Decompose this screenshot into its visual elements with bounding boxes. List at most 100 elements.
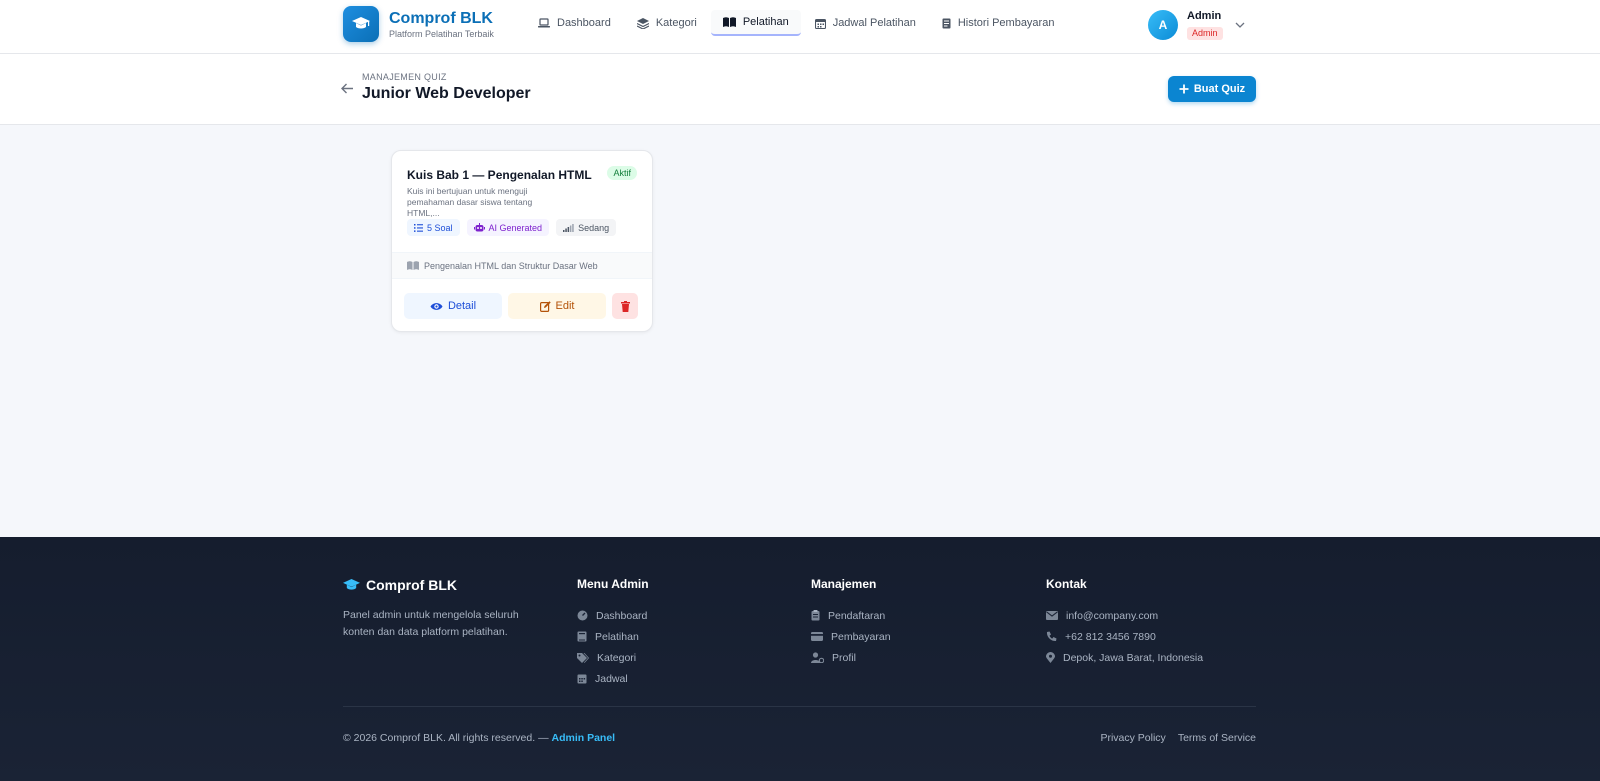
nav-label: Pelatihan	[742, 16, 789, 28]
footer-link-dashboard[interactable]: Dashboard	[577, 605, 649, 626]
footer-link-jadwal[interactable]: Jadwal	[577, 668, 649, 689]
detail-button[interactable]: Detail	[404, 293, 502, 319]
brand-subtitle: Platform Pelatihan Terbaik	[389, 28, 494, 39]
footer-heading: Kontak	[1046, 577, 1087, 591]
user-gear-icon	[811, 652, 824, 663]
footer-kontak: Kontak info@company.com +62 812 3456 789…	[1046, 577, 1203, 668]
footer-link-label: Pendaftaran	[828, 609, 886, 622]
footer-link-label: Pembayaran	[831, 630, 891, 643]
calendar-icon	[577, 674, 587, 684]
footer-phone[interactable]: +62 812 3456 7890	[1046, 626, 1203, 647]
module-info: Pengenalan HTML dan Struktur Dasar Web	[392, 252, 652, 279]
edit-label: Edit	[555, 300, 575, 312]
signal-bars-icon	[563, 223, 574, 232]
book-open-icon	[722, 17, 736, 27]
footer-link-label: Jadwal	[595, 672, 628, 685]
footer-about: Comprof BLK Panel admin untuk mengelola …	[343, 577, 543, 641]
nav-label: Jadwal Pelatihan	[832, 17, 916, 29]
book-open-icon	[407, 261, 419, 270]
footer-brand-name: Comprof BLK	[366, 577, 457, 593]
user-role-badge: Admin	[1187, 27, 1223, 40]
copyright: © 2026 Comprof BLK. All rights reserved.…	[343, 732, 615, 744]
footer-link-label: Pelatihan	[595, 630, 639, 643]
footer-brand: Comprof BLK	[343, 577, 543, 593]
brand[interactable]: Comprof BLK Platform Pelatihan Terbaik	[343, 6, 494, 42]
contact-phone: +62 812 3456 7890	[1065, 630, 1156, 643]
eye-icon	[430, 302, 443, 310]
nav-kategori[interactable]: Kategori	[625, 10, 709, 36]
laptop-icon	[538, 18, 550, 28]
nav-histori-pembayaran[interactable]: Histori Pembayaran	[930, 10, 1067, 36]
book-icon	[577, 631, 587, 642]
avatar: A	[1148, 10, 1178, 40]
nav-label: Kategori	[655, 17, 697, 29]
clipboard-icon	[811, 610, 820, 621]
phone-icon	[1046, 631, 1057, 642]
footer-link-pendaftaran[interactable]: Pendaftaran	[811, 605, 891, 626]
privacy-policy-link[interactable]: Privacy Policy	[1100, 732, 1165, 744]
copyright-text: © 2026 Comprof BLK. All rights reserved.…	[343, 732, 549, 744]
edit-icon	[539, 300, 551, 312]
terms-of-service-link[interactable]: Terms of Service	[1178, 732, 1256, 744]
map-pin-icon	[1046, 652, 1055, 663]
detail-label: Detail	[447, 300, 477, 312]
question-count: 5 Soal	[427, 222, 453, 233]
quiz-description: Kuis ini bertujuan untuk menguji pemaham…	[407, 186, 533, 218]
footer-address: Depok, Jawa Barat, Indonesia	[1046, 647, 1203, 668]
list-icon	[414, 223, 423, 232]
contact-email: info@company.com	[1066, 609, 1159, 622]
footer-link-label: Profil	[832, 651, 856, 664]
footer-email[interactable]: info@company.com	[1046, 605, 1203, 626]
breadcrumb: MANAJEMEN QUIZ	[362, 72, 447, 82]
arrow-left-icon[interactable]	[341, 83, 354, 94]
difficulty-chip: Sedang	[556, 219, 617, 236]
footer-manajemen: Manajemen Pendaftaran Pembayaran Profil	[811, 577, 891, 668]
footer-heading: Menu Admin	[577, 577, 649, 591]
footer-legal-links: Privacy Policy Terms of Service	[1088, 732, 1256, 744]
contact-address: Depok, Jawa Barat, Indonesia	[1063, 651, 1204, 664]
plus-icon	[1179, 84, 1189, 94]
footer: Comprof BLK Panel admin untuk mengelola …	[0, 537, 1600, 781]
page-header: MANAJEMEN QUIZ Junior Web Developer Buat…	[0, 54, 1600, 125]
top-navbar: Comprof BLK Platform Pelatihan Terbaik D…	[0, 0, 1600, 54]
delete-button[interactable]	[612, 293, 638, 319]
status-badge: Aktif	[607, 166, 637, 180]
layers-icon	[636, 17, 649, 29]
footer-link-profil[interactable]: Profil	[811, 647, 891, 668]
main-nav: Dashboard Kategori Pelatihan Jadwal Pela…	[526, 10, 1068, 36]
footer-menu-admin: Menu Admin Dashboard Pelatihan Kategori …	[577, 577, 649, 689]
difficulty-label: Sedang	[578, 222, 610, 233]
ai-generated-chip: AI Generated	[466, 219, 550, 236]
gauge-icon	[577, 610, 588, 621]
quiz-card: Kuis Bab 1 — Pengenalan HTML Aktif Kuis …	[391, 150, 653, 332]
footer-link-label: Dashboard	[596, 609, 648, 622]
nav-dashboard[interactable]: Dashboard	[526, 10, 623, 36]
robot-icon	[473, 223, 485, 232]
edit-button[interactable]: Edit	[508, 293, 606, 319]
receipt-icon	[942, 18, 951, 28]
footer-heading: Manajemen	[811, 577, 877, 591]
admin-panel-label: Admin Panel	[551, 732, 616, 744]
trash-icon	[620, 300, 630, 312]
footer-link-pelatihan[interactable]: Pelatihan	[577, 626, 649, 647]
ai-generated-label: AI Generated	[488, 222, 543, 233]
nav-label: Histori Pembayaran	[957, 17, 1055, 29]
footer-link-kategori[interactable]: Kategori	[577, 647, 649, 668]
nav-label: Dashboard	[557, 17, 611, 29]
module-name: Pengenalan HTML dan Struktur Dasar Web	[424, 260, 598, 271]
graduation-cap-icon	[343, 6, 379, 42]
nav-jadwal-pelatihan[interactable]: Jadwal Pelatihan	[803, 10, 928, 36]
tags-icon	[577, 652, 589, 663]
graduation-cap-icon	[343, 579, 360, 590]
brand-title: Comprof BLK	[389, 9, 493, 27]
chevron-down-icon	[1235, 22, 1244, 28]
question-count-chip: 5 Soal	[407, 219, 460, 236]
footer-link-pembayaran[interactable]: Pembayaran	[811, 626, 891, 647]
envelope-icon	[1046, 611, 1058, 620]
create-quiz-button[interactable]: Buat Quiz	[1168, 76, 1256, 102]
user-menu[interactable]: A Admin Admin	[1148, 9, 1245, 41]
create-quiz-label: Buat Quiz	[1193, 83, 1246, 95]
nav-pelatihan[interactable]: Pelatihan	[710, 10, 801, 36]
footer-description: Panel admin untuk mengelola seluruh kont…	[343, 609, 519, 638]
quiz-title: Kuis Bab 1 — Pengenalan HTML	[407, 168, 592, 182]
